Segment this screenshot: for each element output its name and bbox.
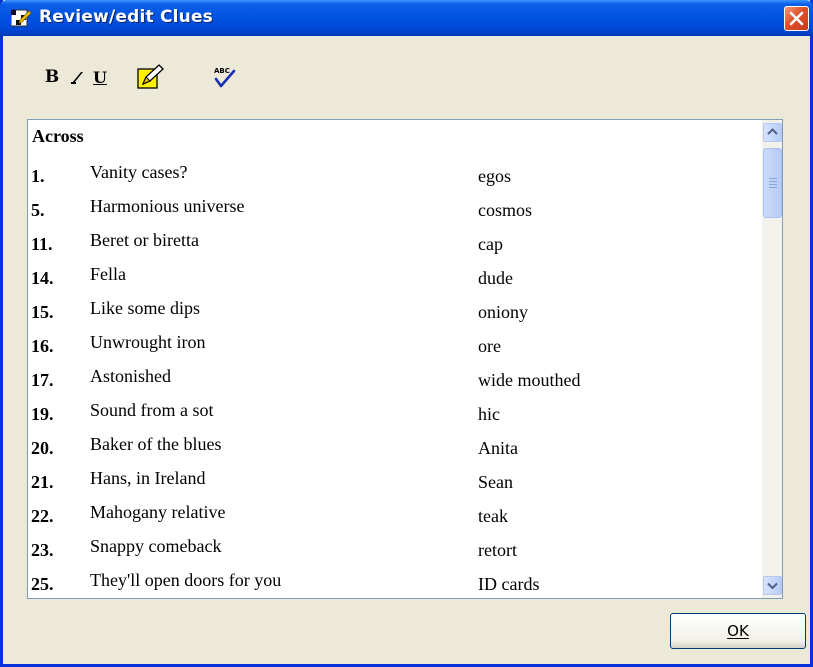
clue-row[interactable]: 15. Like some dips oniony (28, 296, 768, 330)
clue-text: Like some dips (90, 298, 200, 318)
clue-row[interactable]: 5. Harmonious universe cosmos (28, 194, 768, 228)
vertical-scrollbar[interactable] (762, 120, 782, 598)
clue-answer: wide mouthed (478, 370, 581, 390)
clue-row[interactable]: 22. Mahogany relative teak (28, 500, 768, 534)
clue-text: They'll open doors for you (90, 570, 282, 590)
clue-number: 16. (31, 336, 54, 356)
clue-row[interactable]: 11. Beret or biretta cap (28, 228, 768, 262)
clue-answer: Anita (478, 438, 518, 458)
underline-button[interactable]: U (91, 62, 109, 92)
clue-number: 15. (31, 302, 54, 322)
title-bar[interactable]: Review/edit Clues (0, 0, 813, 36)
clue-answer: dude (478, 268, 513, 288)
clues-list[interactable]: Across 1. Vanity cases? egos 5. Harmonio… (28, 120, 770, 598)
clue-text: Unwrought iron (90, 332, 206, 352)
svg-text:ABC: ABC (214, 67, 230, 75)
clue-number: 21. (31, 472, 54, 492)
clue-number: 14. (31, 268, 54, 288)
clue-text: Hans, in Ireland (90, 468, 206, 488)
clue-answer: retort (478, 540, 517, 560)
clues-panel[interactable]: Across 1. Vanity cases? egos 5. Harmonio… (27, 119, 783, 599)
clue-row[interactable]: 14. Fella dude (28, 262, 768, 296)
clue-answer: teak (478, 506, 508, 526)
clue-number: 23. (31, 540, 54, 560)
clue-text: Mahogany relative (90, 502, 226, 522)
clue-row[interactable]: 23. Snappy comeback retort (28, 534, 768, 568)
scrollbar-thumb[interactable] (763, 148, 782, 218)
clue-row[interactable]: 19. Sound from a sot hic (28, 398, 768, 432)
clue-text: Fella (90, 264, 126, 284)
clue-row[interactable]: 17. Astonished wide mouthed (28, 364, 768, 398)
clue-answer: ore (478, 336, 501, 356)
clue-text: Snappy comeback (90, 536, 222, 556)
clue-answer: cap (478, 234, 503, 254)
clue-number: 17. (31, 370, 54, 390)
clue-answer: hic (478, 404, 500, 424)
clue-number: 19. (31, 404, 54, 424)
spellcheck-icon: ABC (214, 67, 236, 88)
clue-number: 1. (31, 166, 45, 186)
clue-answer: egos (478, 166, 511, 186)
ok-button[interactable]: OK (670, 613, 806, 649)
clue-number: 25. (31, 574, 54, 594)
review-edit-clues-dialog: Review/edit Clues B U ABC Across 1. Vani… (0, 0, 813, 667)
clue-answer: oniony (478, 302, 529, 322)
clue-text: Beret or biretta (90, 230, 199, 250)
edit-button[interactable] (135, 62, 165, 92)
clue-text: Sound from a sot (90, 400, 214, 420)
scroll-down-button[interactable] (763, 576, 782, 595)
bold-button[interactable]: B (42, 62, 62, 92)
clue-number: 20. (31, 438, 54, 458)
crossword-grid-icon (10, 8, 32, 28)
clue-number: 5. (31, 200, 45, 220)
clue-text: Astonished (90, 366, 171, 386)
clue-row[interactable]: 16. Unwrought iron ore (28, 330, 768, 364)
chevron-up-icon (767, 128, 778, 135)
ok-button-label: OK (727, 622, 749, 640)
clue-answer: cosmos (478, 200, 532, 220)
scroll-up-button[interactable] (763, 123, 782, 142)
chevron-down-icon (767, 582, 778, 590)
clue-row[interactable]: 25. They'll open doors for you ID cards (28, 568, 768, 598)
spellcheck-button[interactable]: ABC (211, 62, 237, 92)
clue-row[interactable]: 20. Baker of the blues Anita (28, 432, 768, 466)
window-title: Review/edit Clues (39, 7, 213, 27)
close-icon (789, 11, 804, 26)
italic-icon (71, 72, 83, 84)
clue-text: Baker of the blues (90, 434, 222, 454)
clue-number: 22. (31, 506, 54, 526)
clue-answer: ID cards (478, 574, 540, 594)
clue-number: 11. (31, 234, 53, 254)
clue-text: Harmonious universe (90, 196, 245, 216)
clue-row[interactable]: 21. Hans, in Ireland Sean (28, 466, 768, 500)
italic-button[interactable] (67, 62, 87, 92)
clue-row[interactable]: 1. Vanity cases? egos (28, 160, 768, 194)
pencil-edit-icon (137, 64, 164, 89)
close-button[interactable] (784, 6, 809, 31)
clue-text: Vanity cases? (90, 162, 188, 182)
clue-answer: Sean (478, 472, 513, 492)
clues-heading: Across (32, 126, 84, 146)
